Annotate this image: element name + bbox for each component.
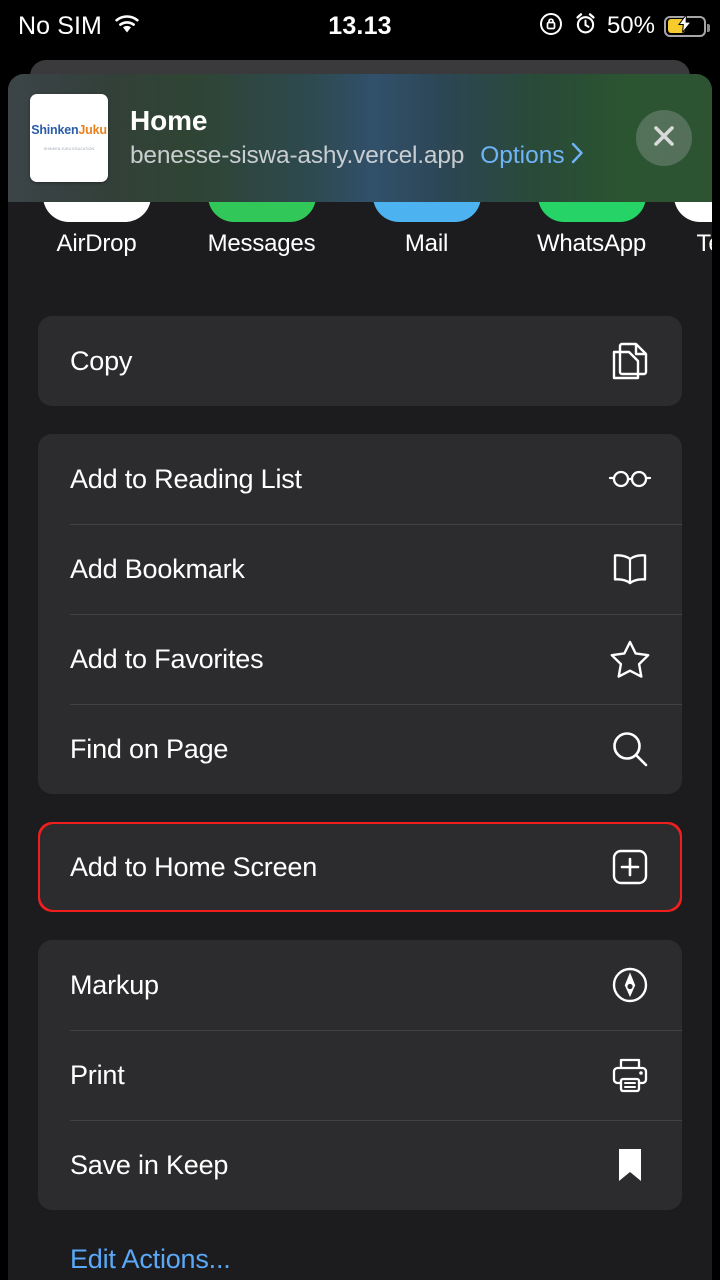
magnifier-icon [608, 727, 652, 771]
open-book-icon [608, 547, 652, 591]
share-apps-row[interactable]: AirDrop Messages Mail WhatsApp Te [8, 202, 712, 288]
close-icon [650, 122, 678, 155]
glasses-icon [608, 457, 652, 501]
copy-group: Copy [38, 316, 682, 406]
action-label: Copy [70, 345, 133, 376]
edit-actions-button[interactable]: Edit Actions... [70, 1244, 712, 1275]
share-app-whatsapp[interactable]: WhatsApp [509, 202, 674, 258]
action-row-markup[interactable]: Markup [38, 940, 682, 1030]
options-label: Options [480, 142, 565, 170]
printer-icon [608, 1053, 652, 1097]
action-row-save-in-keep[interactable]: Save in Keep [38, 1120, 682, 1210]
page-subtitle: benesse-siswa-ashy.vercel.app Options [130, 142, 636, 171]
action-label: Add Bookmark [70, 553, 245, 584]
tools-group: Markup Print Save in Keep [38, 940, 682, 1210]
whatsapp-icon [537, 202, 646, 222]
action-row-add-bookmark[interactable]: Add Bookmark [38, 524, 682, 614]
plus-square-icon [608, 845, 652, 889]
airdrop-icon [42, 202, 151, 222]
options-button[interactable]: Options [480, 142, 583, 171]
status-bar-right: 50% [538, 11, 710, 42]
site-favicon: ShinkenJuku SHINKEN JUKU EDUCATION [30, 94, 108, 182]
battery-percent-label: 50% [606, 12, 655, 39]
status-bar: No SIM 13.13 50% [0, 0, 720, 52]
rotation-lock-icon [538, 11, 564, 42]
share-sheet-header: ShinkenJuku SHINKEN JUKU EDUCATION Home … [8, 74, 712, 202]
share-app-telegram[interactable]: Te [674, 202, 712, 258]
markup-pen-icon [608, 963, 652, 1007]
action-label: Markup [70, 969, 159, 1000]
alarm-clock-icon [573, 11, 598, 41]
action-row-add-to-home-screen[interactable]: Add to Home Screen [38, 822, 682, 912]
share-sheet: AirDrop Messages Mail WhatsApp Te [8, 74, 712, 1280]
screen: No SIM 13.13 50% AirDrop Messages Mail W… [0, 0, 720, 1280]
page-url: benesse-siswa-ashy.vercel.app [130, 142, 465, 170]
star-icon [608, 637, 652, 681]
action-label: Add to Favorites [70, 643, 264, 674]
battery-charging-icon [664, 12, 710, 37]
action-row-add-favorites[interactable]: Add to Favorites [38, 614, 682, 704]
share-app-airdrop[interactable]: AirDrop [14, 202, 179, 258]
share-app-label: Messages [207, 230, 316, 257]
messages-icon [207, 202, 316, 222]
browser-actions-group: Add to Reading List Add Bookmark Add to … [38, 434, 682, 794]
share-app-label: WhatsApp [536, 230, 647, 257]
logo-text-primary: Shinken [31, 123, 79, 137]
share-app-label: Te [696, 230, 712, 257]
action-row-copy[interactable]: Copy [38, 316, 682, 406]
close-button[interactable] [636, 110, 692, 166]
action-row-print[interactable]: Print [38, 1030, 682, 1120]
share-app-messages[interactable]: Messages [179, 202, 344, 258]
mail-icon [372, 202, 481, 222]
share-app-label: Mail [404, 230, 449, 257]
action-row-find-on-page[interactable]: Find on Page [38, 704, 682, 794]
bookmark-filled-icon [608, 1143, 652, 1187]
copy-documents-icon [608, 339, 652, 383]
action-label: Find on Page [70, 733, 229, 764]
action-label: Print [70, 1059, 125, 1090]
action-label: Add to Reading List [70, 463, 302, 494]
action-label: Add to Home Screen [70, 851, 318, 882]
apps-row-wrapper: AirDrop Messages Mail WhatsApp Te [8, 202, 712, 288]
logo-text-secondary: Juku [78, 123, 107, 137]
action-row-reading-list[interactable]: Add to Reading List [38, 434, 682, 524]
action-label: Save in Keep [70, 1149, 229, 1180]
share-header-text: Home benesse-siswa-ashy.vercel.app Optio… [130, 105, 636, 170]
share-app-mail[interactable]: Mail [344, 202, 509, 258]
share-app-label: AirDrop [56, 230, 137, 257]
logo-subtitle: SHINKEN JUKU EDUCATION [43, 147, 95, 151]
telegram-icon [674, 202, 712, 222]
home-screen-group: Add to Home Screen [38, 822, 682, 912]
page-title: Home [130, 105, 208, 137]
chevron-right-icon [571, 142, 584, 171]
